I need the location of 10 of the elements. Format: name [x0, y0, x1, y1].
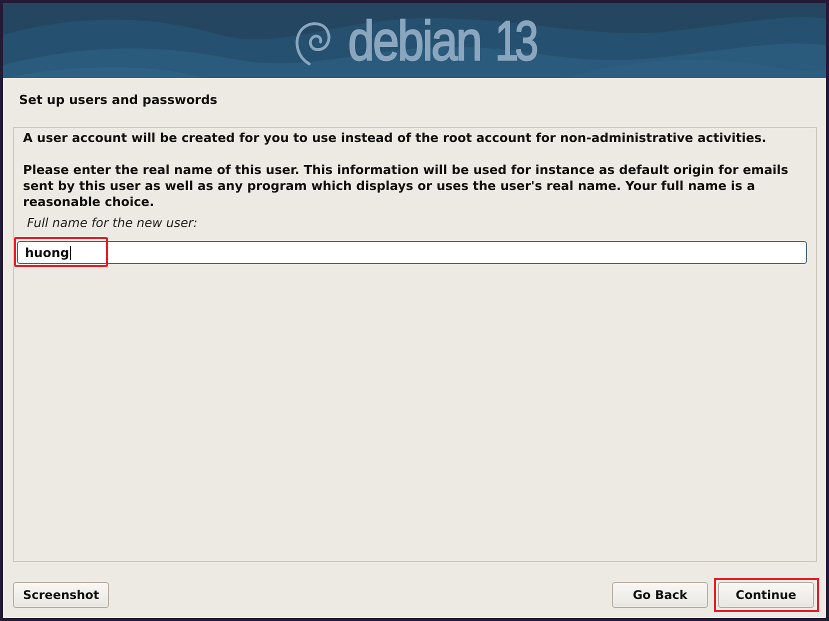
logo-wordmark: debian	[348, 10, 481, 70]
description-text: A user account will be created for you to use instead of the root account for non-administrative activities.	[23, 130, 768, 146]
logo-version: 13	[495, 10, 537, 70]
description-text: Please enter the real name of this user. This information will be used for instance as default origin for emails sent by this user as well as any program which displays or uses the user's real name. Your full name is a reasonable choice.	[23, 162, 790, 210]
screenshot-button[interactable]: Screenshot	[13, 582, 110, 608]
continue-button[interactable]: Continue	[718, 582, 814, 608]
back-button[interactable]: Go Back	[612, 582, 708, 608]
page-title: Set up users and passwords	[19, 92, 218, 108]
full-name-input[interactable]: huong	[17, 241, 807, 264]
field-label: Full name for the new user:	[27, 215, 198, 231]
